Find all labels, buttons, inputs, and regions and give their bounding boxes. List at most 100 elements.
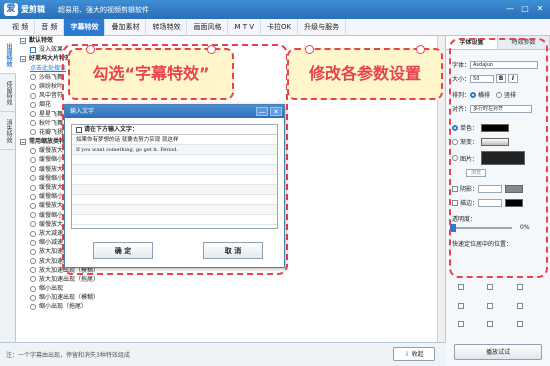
effect-item[interactable]: 缩小出现（拖尾） [16, 302, 445, 311]
ok-button[interactable]: 确 定 [93, 242, 153, 259]
effect-item-label: 缓慢缩小 [39, 211, 64, 219]
position-cell[interactable] [458, 284, 464, 290]
radio-icon[interactable] [30, 92, 36, 99]
title-bar: 爱 爱剪辑 超易用、强大的视频剪辑软件 — □ ✕ [0, 0, 550, 19]
menu-style[interactable]: 画面风格 [187, 18, 229, 36]
minimize-icon[interactable]: — [256, 107, 268, 116]
radio-icon[interactable] [30, 83, 36, 90]
radio-icon[interactable] [30, 276, 36, 283]
collapse-icon[interactable]: − [20, 55, 26, 63]
menu-overlay[interactable]: 叠加素材 [105, 18, 147, 36]
effect-item-label: 缩小减速 [39, 239, 64, 247]
menu-audio[interactable]: 音 频 [35, 18, 65, 36]
radio-icon[interactable] [30, 166, 36, 173]
position-cell[interactable] [516, 302, 523, 309]
text-input-area[interactable]: 请在下方输入文字： 如果你有梦想的话 就要去努力实现 就这样 If you wa… [71, 124, 278, 229]
menu-karaoke[interactable]: 卡拉OK [261, 18, 299, 36]
preview-button[interactable]: 播放试试 [454, 344, 542, 360]
effect-item-label: 缩小出现（拖尾） [39, 303, 88, 311]
pin-icon [416, 45, 425, 54]
app-name: 爱剪辑 [21, 5, 45, 14]
position-cell[interactable] [487, 321, 494, 328]
radio-icon[interactable] [30, 230, 36, 237]
minimize-icon[interactable]: — [504, 3, 516, 15]
effect-item-label: 放大加速出现（拖尾） [39, 275, 100, 283]
checkbox-icon [76, 126, 82, 133]
effect-item-label: 花瓣飞扬 [39, 128, 64, 136]
radio-icon[interactable] [30, 239, 36, 246]
effect-item-label: 缓慢放大 [39, 165, 64, 173]
position-cell[interactable] [516, 321, 523, 328]
collapse-icon[interactable]: − [20, 138, 26, 146]
effect-item-label: 缓慢放大 [39, 147, 64, 155]
effect-item-label: 缓慢放大 [39, 202, 64, 210]
radio-icon[interactable] [30, 267, 36, 274]
radio-icon[interactable] [30, 101, 36, 108]
app-logo: 爱 [4, 3, 18, 16]
position-cell[interactable] [458, 321, 464, 328]
effect-item-label: 烟花 [39, 101, 52, 109]
radio-icon[interactable] [30, 184, 36, 191]
menu-upgrade[interactable]: 升级与服务 [298, 18, 347, 36]
radio-icon[interactable] [30, 74, 36, 81]
vtab-disappear[interactable]: 消失特效 [0, 112, 16, 150]
radio-icon[interactable] [30, 212, 36, 219]
radio-icon[interactable] [30, 157, 36, 164]
radio-icon[interactable] [30, 258, 36, 265]
close-icon[interactable]: ✕ [534, 3, 546, 15]
effect-item-label: 缓慢缩小 [39, 174, 64, 182]
text-line-empty[interactable] [72, 185, 277, 195]
effect-item[interactable]: 缩小加速出现（模糊） [16, 293, 445, 302]
menu-transition[interactable]: 转场特效 [146, 18, 188, 36]
radio-icon[interactable] [30, 175, 36, 182]
status-bar: 注：一个字幕由出现，停留和消失3种特效组成 ⇩ 收起 [0, 342, 446, 366]
menu-video[interactable]: 视 频 [6, 18, 36, 36]
text-line[interactable]: 如果你有梦想的话 就要去努力实现 就这样 [72, 135, 277, 145]
position-cell[interactable] [458, 302, 464, 309]
radio-icon[interactable] [30, 285, 36, 292]
radio-icon[interactable] [30, 111, 36, 118]
status-text: 注：一个字幕由出现，停留和消失3种特效组成 [6, 352, 130, 359]
position-cell[interactable] [487, 302, 494, 309]
close-icon[interactable]: ✕ [270, 107, 282, 116]
vtab-appear[interactable]: 出现特效 [0, 36, 16, 74]
app-slogan: 超易用、强大的视频剪辑软件 [58, 6, 149, 14]
radio-icon[interactable] [30, 304, 36, 311]
effect-item-label: 风中音符 [39, 92, 64, 100]
effect-item-label: 缓慢缩小 [39, 193, 64, 201]
effect-item-label: 缤纷秋叶 [39, 82, 64, 90]
effect-item-label: 沙砾飞舞 [39, 73, 64, 81]
menu-mtv[interactable]: M T V [228, 18, 262, 36]
effect-item[interactable]: 缩小出现 [16, 284, 445, 293]
checkbox-icon[interactable] [30, 46, 36, 53]
radio-icon[interactable] [30, 202, 36, 209]
pin-icon [207, 45, 216, 54]
pin-icon [86, 45, 95, 54]
text-line-empty[interactable] [72, 165, 277, 175]
cancel-button[interactable]: 取 消 [203, 242, 263, 259]
radio-icon[interactable] [30, 120, 36, 127]
position-grid [458, 284, 532, 334]
radio-icon[interactable] [30, 221, 36, 228]
dialog-title: 输入文字 — ✕ [65, 105, 284, 118]
menu-subtitle-effects[interactable]: 字幕特效 [64, 18, 106, 36]
maximize-icon[interactable]: □ [519, 3, 531, 15]
radio-icon[interactable] [30, 193, 36, 200]
collapse-button[interactable]: ⇩ 收起 [393, 347, 435, 361]
text-line-empty[interactable] [72, 195, 277, 205]
text-line-empty[interactable] [72, 205, 277, 215]
vtab-stay[interactable]: 停留特效 [0, 74, 16, 112]
collapse-icon[interactable]: − [20, 37, 26, 45]
text-line-empty[interactable] [72, 175, 277, 185]
text-line-empty[interactable] [72, 215, 277, 225]
position-cell[interactable] [487, 284, 494, 290]
text-line[interactable]: If you want something, go get it. Period… [72, 145, 277, 155]
effect-item-label: 缩小加速出现（模糊） [39, 294, 100, 302]
position-cell[interactable] [516, 284, 523, 290]
radio-icon[interactable] [30, 129, 36, 136]
radio-icon[interactable] [30, 294, 36, 301]
text-line-empty[interactable] [72, 155, 277, 165]
radio-icon[interactable] [30, 147, 36, 154]
radio-icon[interactable] [30, 248, 36, 255]
effect-item[interactable]: 放大加速出现（拖尾） [16, 275, 445, 284]
